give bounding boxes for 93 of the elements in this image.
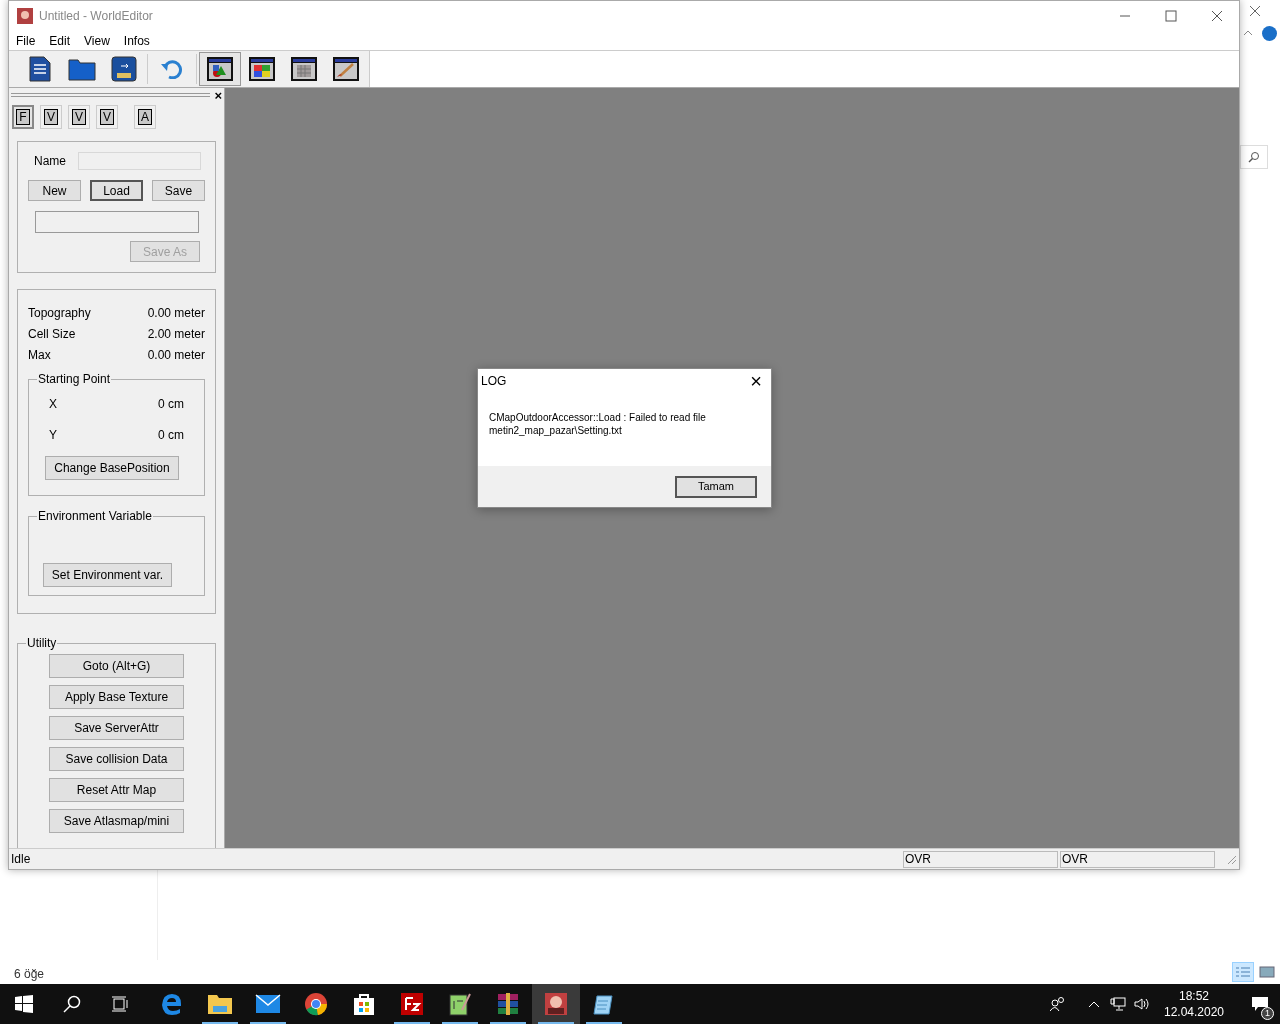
app-icon [17, 8, 33, 24]
undo-icon [160, 59, 184, 79]
info-value: 0.00 meter [147, 346, 205, 364]
ok-button[interactable]: Tamam [675, 475, 757, 498]
menu-item[interactable]: Infos [123, 31, 150, 50]
utility-button[interactable]: Apply Base Texture [49, 685, 184, 709]
name-input-field[interactable] [78, 152, 201, 170]
notepad-icon [592, 992, 616, 1016]
close-icon[interactable] [1249, 5, 1261, 17]
info-label: Topography [28, 304, 91, 322]
help-icon[interactable] [1262, 26, 1277, 41]
tab[interactable]: V [96, 105, 118, 129]
grid-icon [290, 56, 318, 82]
info-value: 2.00 meter [147, 325, 205, 343]
running-indicator [490, 1022, 526, 1024]
group-title: Starting Point [37, 371, 112, 387]
tab[interactable]: A [134, 105, 156, 129]
panel-close-button[interactable]: × [214, 88, 222, 102]
running-indicator [538, 1022, 574, 1024]
menu-item[interactable]: Edit [49, 31, 71, 50]
fz-logo-icon [400, 992, 424, 1016]
running-indicator [442, 1022, 478, 1024]
details-list-icon [1235, 966, 1251, 978]
item-count: 6 öğe [14, 966, 45, 983]
info-value: 0.00 meter [147, 304, 205, 322]
close-icon[interactable] [1211, 10, 1223, 22]
status-text: Idle [10, 851, 32, 868]
set-environment-button[interactable]: Set Environment var. [43, 563, 172, 587]
status-pane: OVR [903, 850, 1058, 868]
search-field[interactable] [1240, 145, 1268, 169]
notepad-icon [448, 992, 472, 1016]
tab[interactable]: V [40, 105, 62, 129]
maximize-icon[interactable] [1165, 10, 1177, 22]
default-button[interactable]: Load [90, 180, 143, 201]
window-title: Untitled - WorldEditor [39, 8, 153, 25]
coordinate-label: X [49, 396, 57, 413]
network-icon[interactable] [1110, 997, 1126, 1011]
objects-icon [206, 56, 234, 82]
task-view-icon [111, 996, 129, 1012]
notifications-button[interactable]: 1 [1240, 984, 1280, 1024]
dialog-title: LOG [481, 373, 507, 390]
button[interactable]: Save [152, 180, 205, 201]
clock-time: 18:52 [1179, 988, 1209, 1004]
speaker-icon[interactable] [1134, 997, 1150, 1011]
name-label: Name [34, 153, 66, 170]
dialog-message: metin2_map_pazar\Setting.txt [489, 424, 623, 437]
brush-icon [332, 56, 360, 82]
running-indicator [394, 1022, 430, 1024]
clock-date: 12.04.2020 [1163, 1004, 1225, 1020]
envelope-icon [255, 994, 281, 1014]
search-icon [1248, 151, 1260, 163]
button[interactable]: New [28, 180, 81, 201]
folder-icon [68, 57, 96, 81]
colors-icon [248, 56, 276, 82]
running-indicator [202, 1022, 238, 1024]
browser-e-icon [160, 992, 184, 1016]
tab[interactable]: V [68, 105, 90, 129]
objects-mode-button[interactable] [199, 52, 241, 86]
speech-bubble-icon [1251, 996, 1269, 1012]
status-pane: OVR [1060, 850, 1215, 868]
info-label: Max [28, 346, 51, 364]
utility-button[interactable]: Save Atlasmap/mini [49, 809, 184, 833]
coordinate-label: Y [49, 427, 57, 444]
tab[interactable]: F [12, 105, 34, 129]
utility-button[interactable]: Save collision Data [49, 747, 184, 771]
stacked-books-icon [496, 992, 520, 1016]
notification-count: 1 [1261, 1007, 1274, 1020]
group-title: Utility [26, 635, 58, 651]
close-button[interactable]: × [744, 371, 768, 391]
utility-button[interactable]: Save ServerAttr [49, 716, 184, 740]
coordinate-value: 0 cm [158, 427, 184, 444]
search-icon [63, 995, 81, 1013]
running-indicator [250, 1022, 286, 1024]
resize-grip-icon[interactable] [1225, 853, 1237, 865]
info-label: Cell Size [28, 325, 76, 343]
running-indicator [586, 1022, 622, 1024]
path-input-field[interactable] [35, 211, 199, 233]
taskbar-app-button[interactable] [532, 984, 580, 1024]
folder-icon [207, 993, 233, 1015]
picture-icon [1259, 966, 1275, 978]
menu-item[interactable]: File [16, 31, 36, 50]
document-icon [28, 56, 52, 82]
menu-item[interactable]: View [84, 31, 110, 50]
round-browser-icon [304, 992, 328, 1016]
people-icon[interactable] [1050, 996, 1066, 1012]
utility-button[interactable]: Goto (Alt+G) [49, 654, 184, 678]
coordinate-value: 0 cm [158, 396, 184, 413]
utility-button[interactable]: Reset Attr Map [49, 778, 184, 802]
windows-logo-icon [15, 995, 33, 1013]
change-base-position-button[interactable]: Change BasePosition [45, 456, 179, 480]
dialog-message: CMapOutdoorAccessor::Load : Failed to read file [489, 411, 707, 424]
app-icon [544, 992, 568, 1016]
shopping-bag-icon [352, 992, 376, 1016]
